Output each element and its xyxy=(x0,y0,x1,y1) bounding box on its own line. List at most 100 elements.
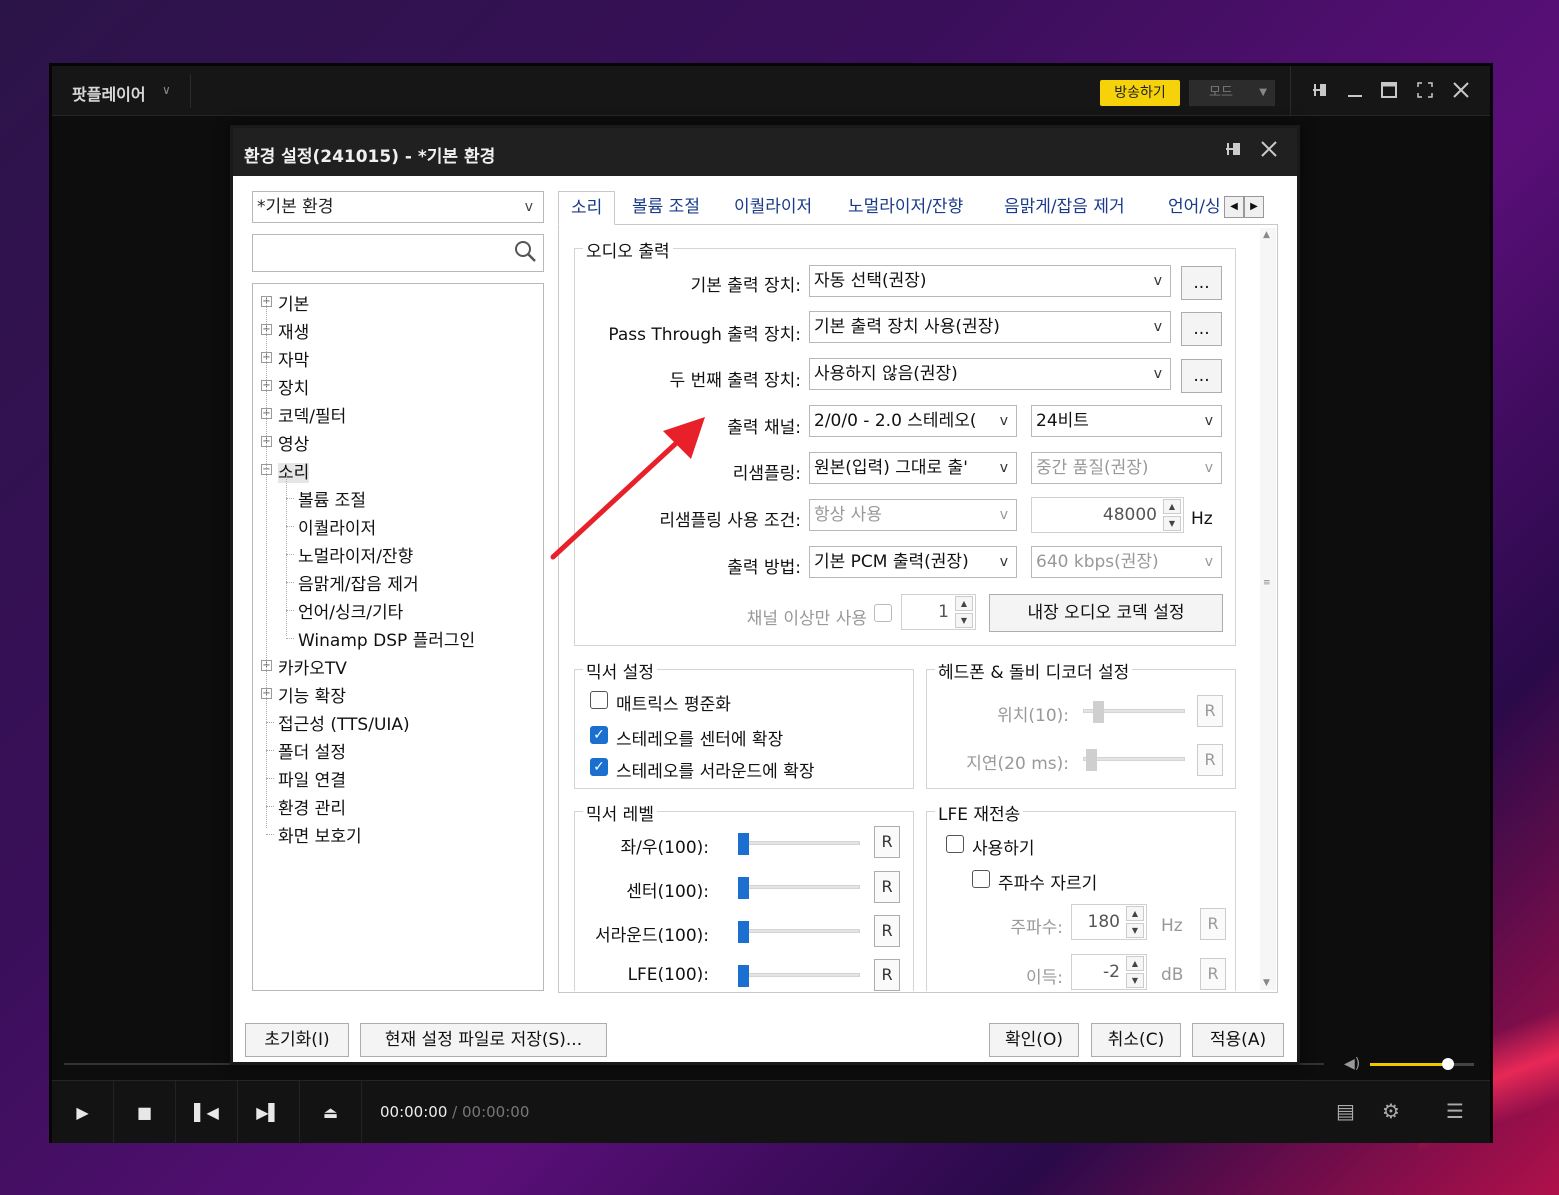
spin-down-icon[interactable]: ▼ xyxy=(1126,923,1144,938)
tab-scroll-left[interactable]: ◀ xyxy=(1224,196,1244,218)
menu-icon[interactable]: ☰ xyxy=(1446,1099,1464,1123)
spin-up-icon[interactable]: ▲ xyxy=(955,596,973,611)
chevron-down-icon[interactable]: ∨ xyxy=(162,83,171,97)
eject-icon[interactable]: ⏏ xyxy=(300,1081,362,1144)
tree-item[interactable]: 장치 xyxy=(278,374,309,399)
close-icon[interactable] xyxy=(1259,139,1279,164)
resample-select[interactable]: 원본(입력) 그대로 출' v xyxy=(809,452,1017,484)
second-device-more-button[interactable]: ... xyxy=(1181,359,1222,393)
resample-condition-select[interactable]: 항상 사용 v xyxy=(809,499,1017,531)
surround-knob[interactable] xyxy=(738,921,749,943)
tree-item[interactable]: 자막 xyxy=(278,346,309,371)
passthrough-more-button[interactable]: ... xyxy=(1181,312,1222,346)
volume-knob[interactable] xyxy=(1442,1058,1454,1070)
center-knob[interactable] xyxy=(738,877,749,899)
minimize-icon[interactable] xyxy=(1344,80,1366,102)
mode-select[interactable]: 모드 ▼ xyxy=(1189,80,1275,106)
play-icon[interactable]: ▶ xyxy=(52,1081,114,1144)
gear-icon[interactable]: ⚙ xyxy=(1382,1099,1400,1123)
center-reset-button[interactable]: R xyxy=(874,871,900,903)
tree-item[interactable]: 노멀라이저/잔향 xyxy=(298,542,413,567)
surround-slider[interactable] xyxy=(738,929,860,933)
delay-knob[interactable] xyxy=(1086,749,1097,771)
position-knob[interactable] xyxy=(1093,701,1104,723)
tree-item[interactable]: 소리 xyxy=(278,458,310,483)
maximize-icon[interactable] xyxy=(1378,80,1400,102)
tree-item[interactable]: 파일 연결 xyxy=(278,766,346,791)
bits-select[interactable]: 24비트 v xyxy=(1031,405,1222,437)
close-icon[interactable] xyxy=(1450,80,1472,102)
position-reset-button[interactable]: R xyxy=(1197,695,1223,727)
tree-item[interactable]: 언어/싱크/기타 xyxy=(298,598,403,623)
bitrate-select[interactable]: 640 kbps(권장) v xyxy=(1031,546,1222,578)
default-device-select[interactable]: 자동 선택(권장) v xyxy=(809,265,1171,297)
scroll-down-icon[interactable]: ▼ xyxy=(1263,978,1270,988)
spin-down-icon[interactable]: ▼ xyxy=(1126,973,1144,988)
sample-rate-spinner[interactable]: 48000 ▲ ▼ xyxy=(1031,497,1184,533)
lr-knob[interactable] xyxy=(738,833,749,855)
gain-reset-button[interactable]: R xyxy=(1200,958,1226,990)
tree-item[interactable]: 코덱/필터 xyxy=(278,402,346,427)
lfe-use-checkbox[interactable] xyxy=(946,835,964,853)
volume-slider[interactable] xyxy=(1370,1063,1474,1066)
passthrough-select[interactable]: 기본 출력 장치 사용(권장) v xyxy=(809,311,1171,343)
tree-item[interactable]: 이퀄라이저 xyxy=(298,514,376,539)
default-device-more-button[interactable]: ... xyxy=(1181,266,1222,300)
tree-item[interactable]: 음맑게/잡음 제거 xyxy=(298,570,419,595)
output-method-select[interactable]: 기본 PCM 출력(권장) v xyxy=(809,546,1017,578)
stop-icon[interactable]: ■ xyxy=(114,1081,176,1144)
center-slider[interactable] xyxy=(738,885,860,889)
app-name[interactable]: 팟플레이어 xyxy=(72,81,146,105)
scroll-up-icon[interactable]: ▲ xyxy=(1263,230,1270,240)
tree-item[interactable]: 재생 xyxy=(278,318,309,343)
pin-icon[interactable] xyxy=(1308,80,1330,102)
scroll-grip-icon[interactable]: ≡ xyxy=(1263,578,1271,588)
tree-item[interactable]: Winamp DSP 플러그인 xyxy=(298,626,475,651)
fullscreen-icon[interactable] xyxy=(1414,80,1436,102)
lfe-reset-button[interactable]: R xyxy=(874,959,900,991)
lfe-cut-checkbox[interactable] xyxy=(972,870,990,888)
broadcast-button[interactable]: 방송하기 xyxy=(1100,80,1180,106)
surround-reset-button[interactable]: R xyxy=(874,915,900,947)
tab-scroll-right[interactable]: ▶ xyxy=(1244,196,1264,218)
channel-count-spinner[interactable]: 1 ▲ ▼ xyxy=(901,594,976,630)
tree-item[interactable]: 영상 xyxy=(278,430,309,455)
spin-up-icon[interactable]: ▲ xyxy=(1163,499,1181,514)
scrollbar[interactable]: ▲ ≡ ▼ xyxy=(1260,228,1276,990)
lfe-slider[interactable] xyxy=(738,973,860,977)
search-icon[interactable] xyxy=(513,239,537,269)
codec-settings-button[interactable]: 내장 오디오 코덱 설정 xyxy=(989,594,1223,632)
tree-item[interactable]: 기본 xyxy=(278,290,309,315)
tree-item[interactable]: 카카오TV xyxy=(278,654,347,679)
volume-icon[interactable]: ◀) xyxy=(1344,1056,1360,1072)
ok-button[interactable]: 확인(O) xyxy=(989,1023,1079,1057)
tree-item[interactable]: 화면 보호기 xyxy=(278,822,362,847)
spin-up-icon[interactable]: ▲ xyxy=(1126,906,1144,921)
tab-equalizer[interactable]: 이퀄라이저 xyxy=(722,191,824,225)
freq-reset-button[interactable]: R xyxy=(1200,908,1226,940)
tree-item[interactable]: 기능 확장 xyxy=(278,682,346,707)
pin-icon[interactable] xyxy=(1223,139,1243,164)
lr-slider[interactable] xyxy=(738,841,860,845)
delay-reset-button[interactable]: R xyxy=(1197,744,1223,776)
tab-normalizer[interactable]: 노멀라이저/잔향 xyxy=(836,191,975,225)
prev-icon[interactable]: ▌◀ xyxy=(176,1081,238,1144)
profile-select[interactable]: *기본 환경 v xyxy=(252,191,544,223)
save-to-file-button[interactable]: 현재 설정 파일로 저장(S)... xyxy=(360,1023,607,1057)
tree-item[interactable]: 접근성 (TTS/UIA) xyxy=(278,710,410,735)
search-input[interactable] xyxy=(252,234,544,272)
lfe-knob[interactable] xyxy=(738,965,749,987)
stereo-surround-checkbox[interactable]: ✓ xyxy=(590,758,608,776)
tab-language[interactable]: 언어/싱 xyxy=(1156,191,1222,225)
next-icon[interactable]: ▶▌ xyxy=(238,1081,300,1144)
channel-only-checkbox[interactable] xyxy=(874,604,892,622)
apply-button[interactable]: 적용(A) xyxy=(1192,1023,1284,1057)
tree-item[interactable]: 환경 관리 xyxy=(278,794,346,819)
tree-item[interactable]: 폴더 설정 xyxy=(278,738,346,763)
tab-noise[interactable]: 음맑게/잡음 제거 xyxy=(992,191,1137,225)
cancel-button[interactable]: 취소(C) xyxy=(1091,1023,1181,1057)
lr-reset-button[interactable]: R xyxy=(874,826,900,858)
reset-button[interactable]: 초기화(I) xyxy=(245,1023,349,1057)
second-device-select[interactable]: 사용하지 않음(권장) v xyxy=(809,358,1171,390)
spin-down-icon[interactable]: ▼ xyxy=(955,613,973,628)
